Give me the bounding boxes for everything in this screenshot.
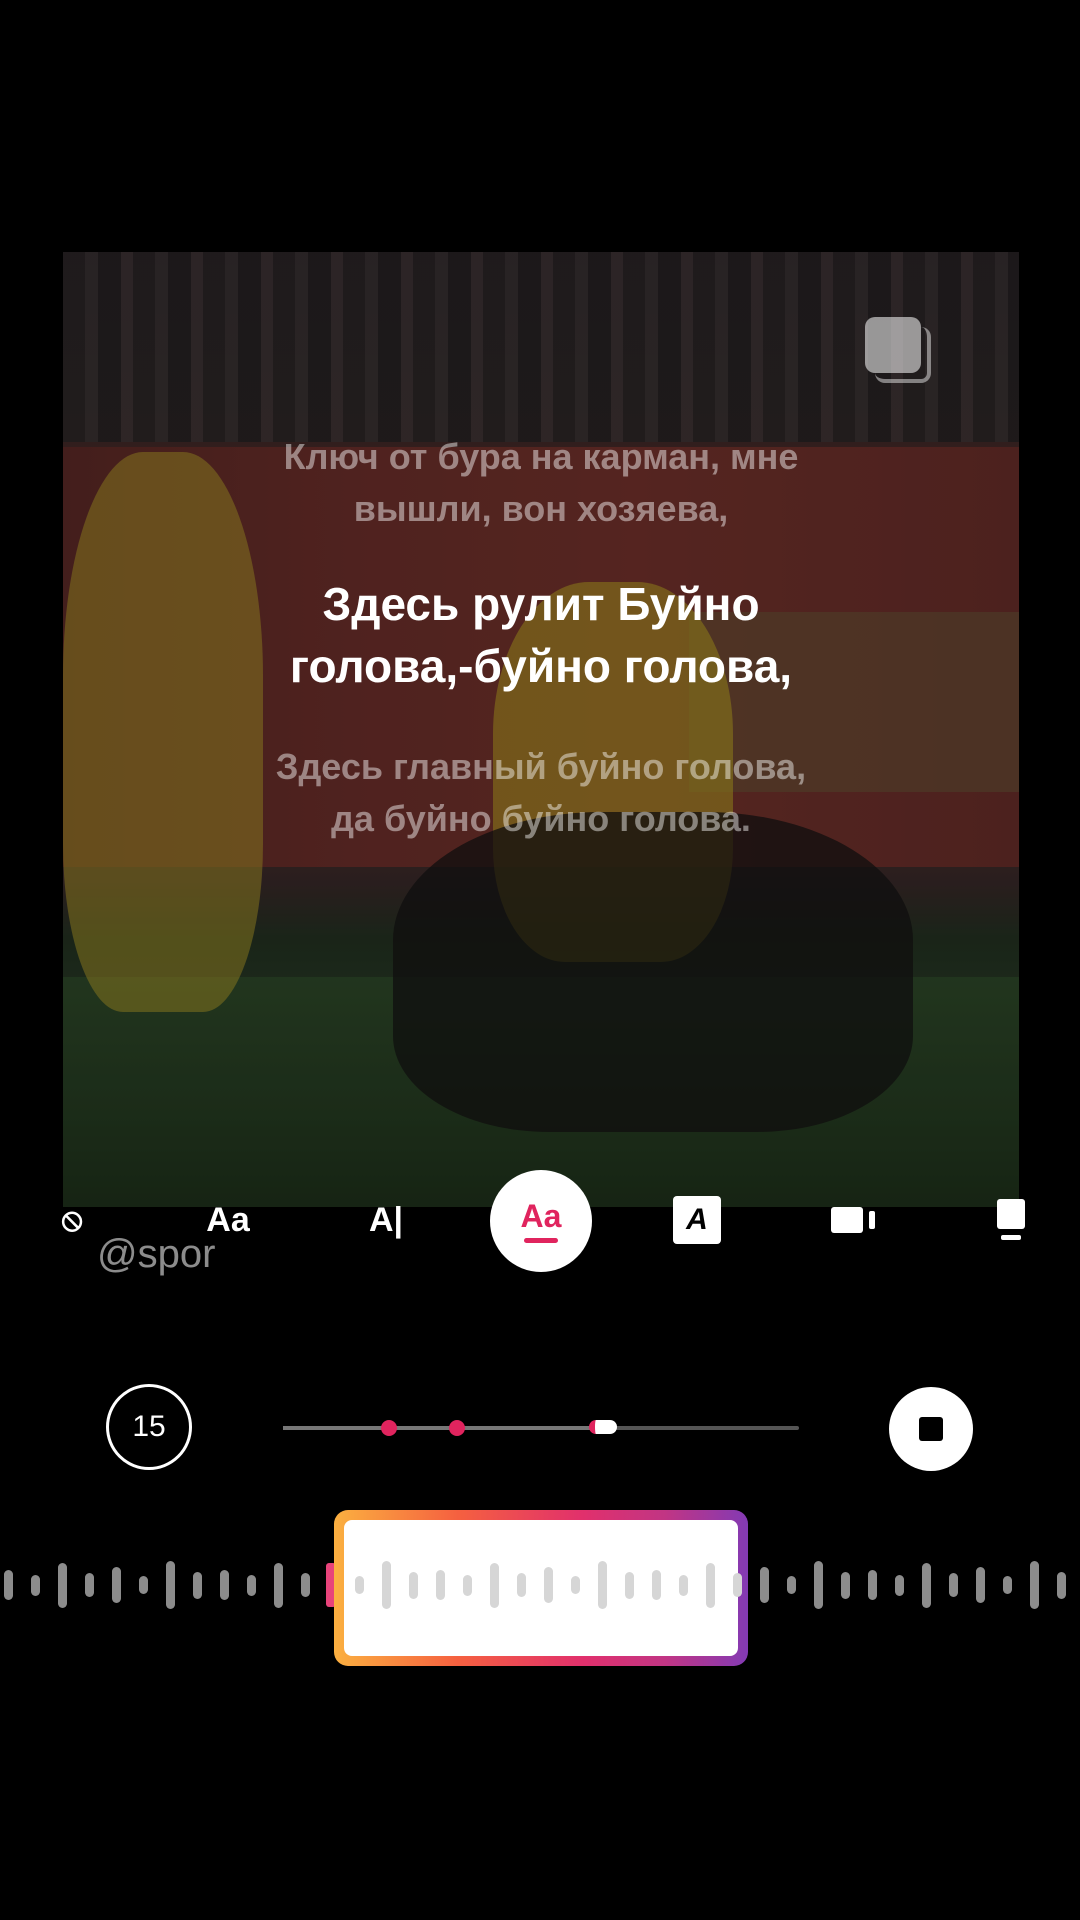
waveform-bar [544,1567,553,1603]
lyric-current-line-1: Здесь рулит Буйно [322,578,760,630]
style-selected-button[interactable]: Aa [490,1170,592,1272]
aa-highlight-icon: Aa [520,1197,562,1234]
stop-button[interactable] [889,1387,973,1471]
waveform-bar [598,1561,607,1609]
waveform-bar [382,1561,391,1609]
boxed-a-icon: A [673,1196,721,1244]
waveform-bar [409,1571,418,1599]
block-bar-icon [831,1207,875,1233]
waveform-bar [355,1576,364,1594]
duration-button[interactable]: 15 [106,1384,192,1470]
lyrics-photo-card[interactable]: Ключ от бура на карман, мне вышли, вон х… [63,252,1019,1207]
waveform-bar [652,1570,661,1600]
stop-icon [919,1417,943,1441]
no-style-icon: ⦸ [61,1201,83,1237]
waveform-bar [490,1562,499,1608]
waveform-bar [436,1570,445,1600]
lyric-next-line-2: да буйно буйно голова. [331,798,751,839]
waveform-bar [463,1574,472,1596]
waveform-bar [733,1573,742,1597]
photo-dim-overlay [63,252,1019,1207]
lyric-next-line-1: Здесь главный буйно голова, [275,746,807,787]
lyric-current-line-2: голова,-буйно голова, [289,640,793,692]
underline-accent [524,1237,558,1243]
card-style-icon [997,1199,1025,1240]
mention-text: @spor [97,1232,216,1276]
style-boxed-button[interactable]: A [652,1170,742,1270]
waveform-bar [679,1574,688,1596]
lyric-previous-line-2: вышли, вон хозяева, [353,488,729,529]
style-typewriter-button[interactable]: A| [341,1170,431,1270]
style-card-button[interactable] [966,1170,1056,1270]
progress-handle[interactable] [589,1420,617,1434]
lyric-marker-dot [381,1420,397,1436]
lyric-previous-line-1: Ключ от бура на карман, мне [283,436,799,477]
lyrics-progress-track[interactable] [283,1426,799,1430]
waveform-bar [625,1571,634,1599]
waveform-bar [571,1576,580,1594]
multi-photo-icon[interactable] [865,317,931,383]
style-bar-button[interactable] [809,1170,899,1270]
text-cursor-icon: A| [368,1200,404,1239]
progress-fill [283,1426,598,1430]
waveform-bar [706,1562,715,1608]
waveform-bar [517,1573,526,1597]
lyric-marker-dot [449,1420,465,1436]
clip-waveform [0,1555,1080,1615]
